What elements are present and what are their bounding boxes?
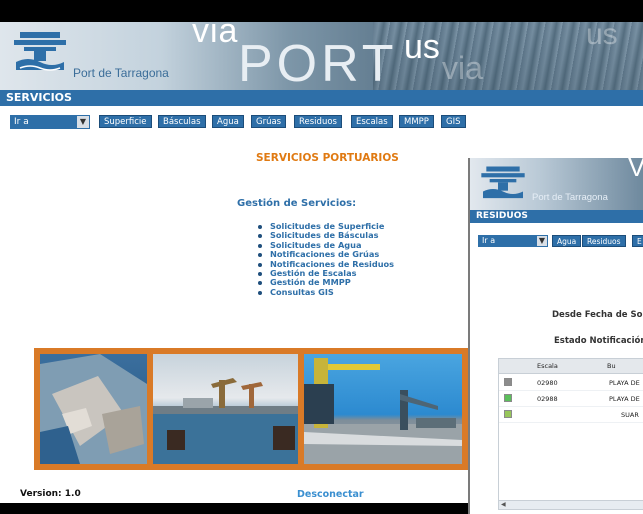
brand-name: Port de Tarragona — [532, 192, 608, 203]
port-logo-icon — [10, 30, 70, 76]
table-row[interactable]: 02988 PLAYA DE — [499, 391, 643, 407]
column-header-buque[interactable]: Bu — [607, 362, 616, 370]
bullet-icon — [258, 225, 262, 229]
services-heading: Gestión de Servicios: — [237, 198, 357, 209]
goto-select[interactable]: Ir a ▼ — [10, 115, 90, 129]
escala-cell: 02980 — [537, 379, 558, 387]
scroll-left-icon[interactable]: ◀ — [501, 501, 506, 508]
bullet-icon — [258, 253, 262, 258]
table-row[interactable]: 02980 PLAYA DE — [499, 375, 643, 391]
header-port-text: PORT — [238, 35, 398, 90]
bullet-icon — [258, 271, 262, 276]
residuos-header-banner: Port de Tarragona V — [470, 158, 643, 210]
nav-button-gis[interactable]: GIS — [441, 115, 466, 128]
brand-name: Port de Tarragona — [73, 66, 169, 80]
bullet-icon — [258, 243, 262, 248]
header-ghost-via-text: via — [442, 50, 483, 86]
nav-button-residuos[interactable]: Residuos — [294, 115, 342, 128]
escala-cell: 02988 — [537, 395, 558, 403]
aerial-port-photo — [40, 354, 147, 464]
residuos-toolbar: Ir a ▼ Agua Residuos E — [470, 235, 643, 249]
column-header-escala[interactable]: Escala — [537, 362, 558, 370]
nav-button-agua[interactable]: Agua — [212, 115, 244, 128]
bottom-black-band — [0, 503, 468, 514]
buque-cell: SUAR — [621, 411, 639, 419]
page-title: SERVICIOS PORTUARIOS — [256, 152, 399, 164]
port-photo-strip — [34, 348, 468, 470]
main-header-banner: Port de Tarragona via PORT us us via — [0, 22, 643, 90]
status-indicator-icon — [504, 394, 512, 402]
status-indicator-icon — [504, 410, 512, 418]
status-indicator-icon — [504, 378, 512, 386]
goto-select-value: Ir a — [14, 117, 29, 127]
top-black-band — [0, 0, 643, 22]
port-cranes-photo — [153, 354, 298, 464]
ship-loading-photo — [304, 354, 462, 464]
bullet-icon — [258, 262, 262, 267]
section-title-bar: RESIDUOS — [470, 210, 643, 223]
chevron-down-icon[interactable]: ▼ — [537, 236, 547, 246]
filter-status-label: Estado Notificación — [554, 336, 643, 346]
residuos-window: Port de Tarragona V RESIDUOS Ir a ▼ Agua… — [468, 158, 643, 514]
header-ghost-us-text: us — [586, 22, 618, 51]
bullet-icon — [258, 234, 262, 239]
header-via-text: V — [628, 158, 643, 183]
section-title-bar: SERVICIOS — [0, 90, 643, 106]
buque-cell: PLAYA DE — [609, 379, 640, 387]
goto-select[interactable]: Ir a ▼ — [478, 235, 548, 247]
nav-button-basculas[interactable]: Básculas — [158, 115, 206, 128]
bullet-icon — [258, 290, 262, 295]
bullet-icon — [258, 281, 262, 286]
table-row[interactable]: SUAR — [499, 407, 643, 423]
buque-cell: PLAYA DE — [609, 395, 640, 403]
horizontal-scrollbar[interactable]: ◀ — [499, 500, 643, 509]
nav-button-superficie[interactable]: Superficie — [99, 115, 152, 128]
nav-button-gruas[interactable]: Grúas — [251, 115, 287, 128]
filter-date-from-label: Desde Fecha de Solic — [552, 310, 643, 320]
version-label: Version: 1.0 — [20, 489, 81, 499]
menu-link-gis[interactable]: Consultas GIS — [258, 287, 394, 297]
services-menu: Solicitudes de Superficie Solicitudes de… — [258, 221, 394, 297]
nav-button-escalas[interactable]: E — [632, 235, 643, 247]
goto-select-value: Ir a — [482, 236, 496, 245]
table-header: Escala Bu — [499, 359, 643, 374]
header-us-text: us — [404, 28, 440, 66]
service-toolbar: Ir a ▼ Superficie Básculas Agua Grúas Re… — [0, 112, 643, 132]
header-via-text: via — [192, 22, 239, 50]
nav-button-residuos[interactable]: Residuos — [582, 235, 626, 247]
port-logo-icon — [478, 164, 528, 204]
nav-button-agua[interactable]: Agua — [552, 235, 582, 247]
disconnect-link[interactable]: Desconectar — [297, 489, 364, 500]
notifications-table: Escala Bu 02980 PLAYA DE 02988 PLAYA DE … — [498, 358, 643, 510]
nav-button-mmpp[interactable]: MMPP — [399, 115, 434, 128]
nav-button-escalas[interactable]: Escalas — [351, 115, 393, 128]
chevron-down-icon[interactable]: ▼ — [77, 116, 89, 128]
